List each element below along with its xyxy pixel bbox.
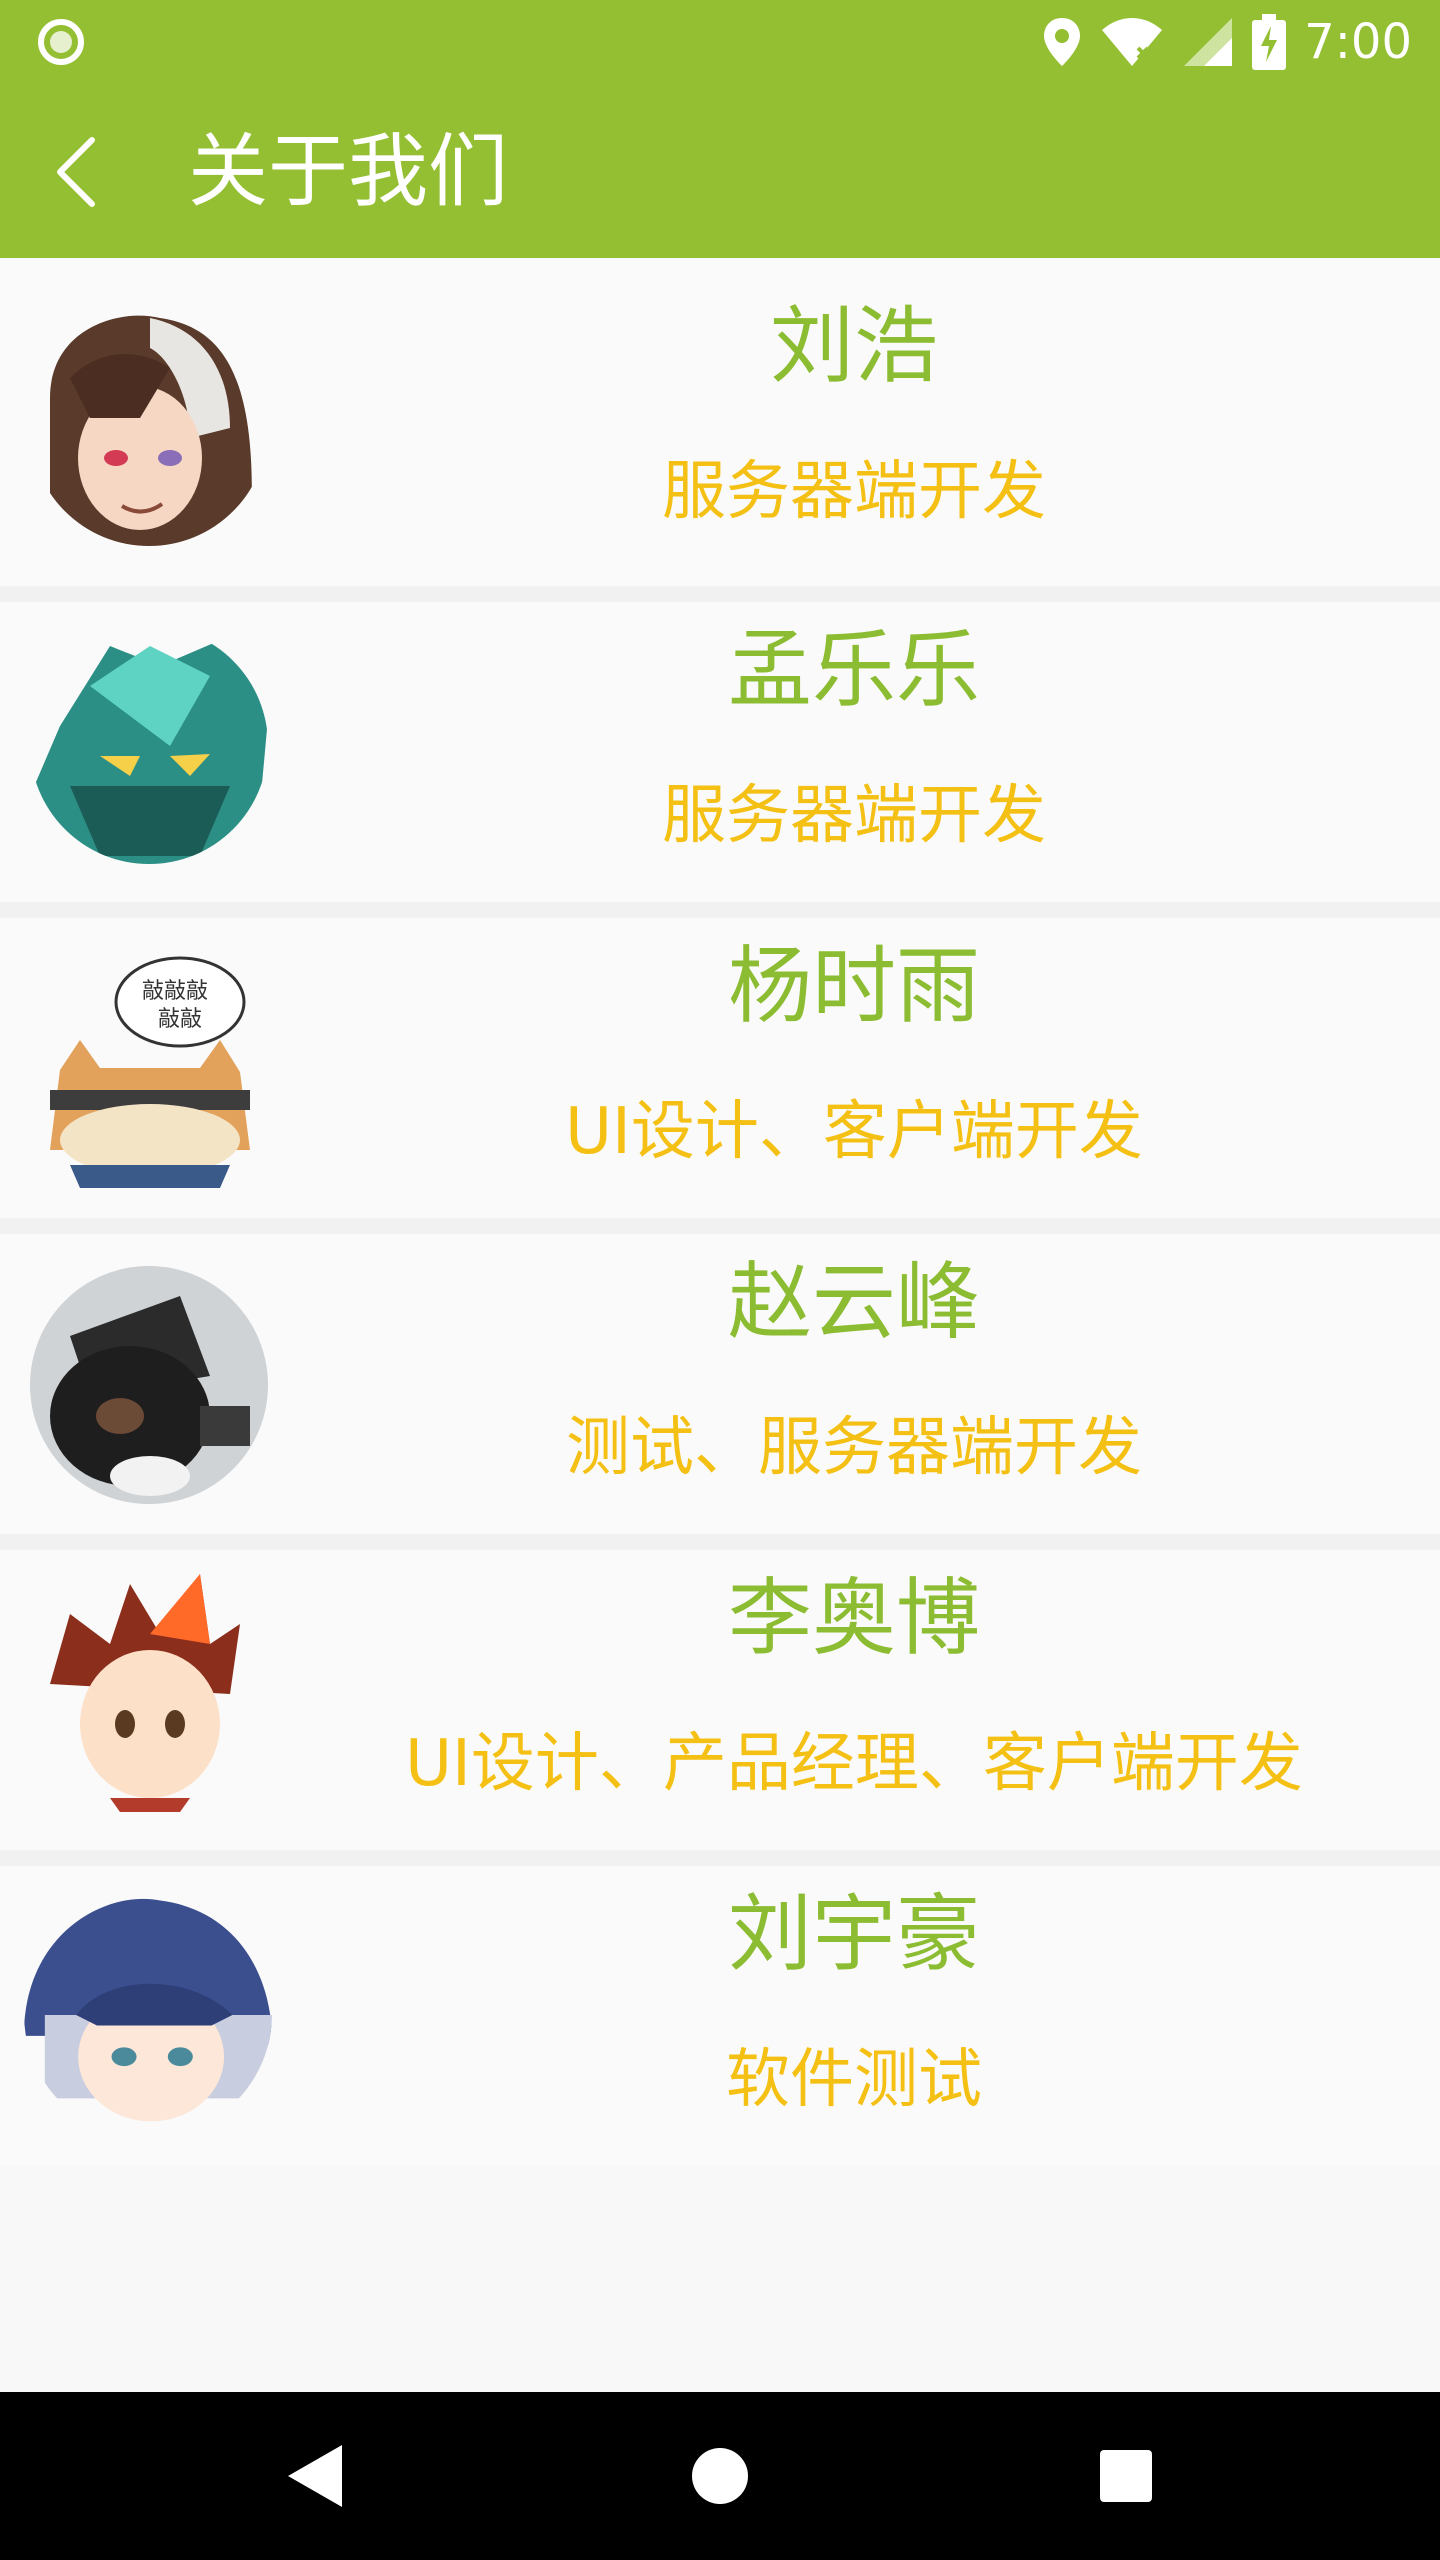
signal-icon [1184,18,1233,66]
list-item[interactable]: 刘浩 服务器端开发 [0,258,1440,586]
app-bar: 关于我们 [0,84,1440,258]
status-bar: 7:00 [0,0,1440,84]
list-item[interactable]: 孟乐乐 服务器端开发 [0,602,1440,902]
avatar-blue-hair-boy [24,1890,272,2138]
avatar-green-robot [30,626,268,864]
avatar-bear-with-hat [30,1266,268,1504]
member-role: 软件测试 [726,2043,982,2117]
member-name: 杨时雨 [727,937,980,1035]
member-name: 李奥博 [727,1569,980,1667]
nav-recents-icon [1100,2450,1152,2502]
nav-home-icon [692,2448,748,2504]
nav-back-button[interactable] [274,2436,354,2516]
member-name: 刘浩 [769,297,938,395]
about-us-screen: 7:00 关于我们 刘浩 服务器端开发 孟乐乐 服务器端开发 敲敲敲 敲敲 杨时… [0,0,1440,2560]
avatar-long-hair-character [30,308,268,546]
member-role: 测试、服务器端开发 [566,1411,1142,1485]
list-item[interactable]: 刘宇豪 软件测试 [0,1866,1440,2166]
divider [0,586,1440,602]
member-role: 服务器端开发 [662,455,1046,529]
status-time: 7:00 [1304,14,1412,70]
member-name: 赵云峰 [727,1253,980,1351]
back-arrow-icon [57,137,95,207]
divider [0,1534,1440,1550]
ring-icon [38,19,84,65]
nav-back-icon [288,2445,342,2507]
list-item[interactable]: 李奥博 UI设计、产品经理、客户端开发 [0,1550,1440,1850]
member-role: 服务器端开发 [662,779,1046,853]
nav-home-button[interactable] [680,2436,760,2516]
list-item[interactable]: 赵云峰 测试、服务器端开发 [0,1234,1440,1534]
avatar-red-hair-boy [30,1574,268,1812]
list-item[interactable]: 敲敲敲 敲敲 杨时雨 UI设计、客户端开发 [0,918,1440,1218]
divider [0,1850,1440,1866]
member-name: 孟乐乐 [727,621,980,719]
svg-text:敲敲敲: 敲敲敲 [142,979,208,1004]
back-button[interactable] [28,124,124,220]
avatar-cartoon-cat: 敲敲敲 敲敲 [30,950,268,1188]
page-title: 关于我们 [188,125,508,218]
divider [0,902,1440,918]
member-role: UI设计、产品经理、客户端开发 [405,1727,1303,1801]
divider [0,1218,1440,1234]
member-role: UI设计、客户端开发 [565,1095,1143,1169]
navigation-bar [0,2392,1440,2560]
svg-text:敲敲: 敲敲 [158,1007,202,1032]
wifi-icon [1102,18,1163,66]
battery-charging-icon [1252,14,1287,70]
member-name: 刘宇豪 [727,1885,980,1983]
location-icon [1044,18,1081,66]
nav-recents-button[interactable] [1086,2436,1166,2516]
